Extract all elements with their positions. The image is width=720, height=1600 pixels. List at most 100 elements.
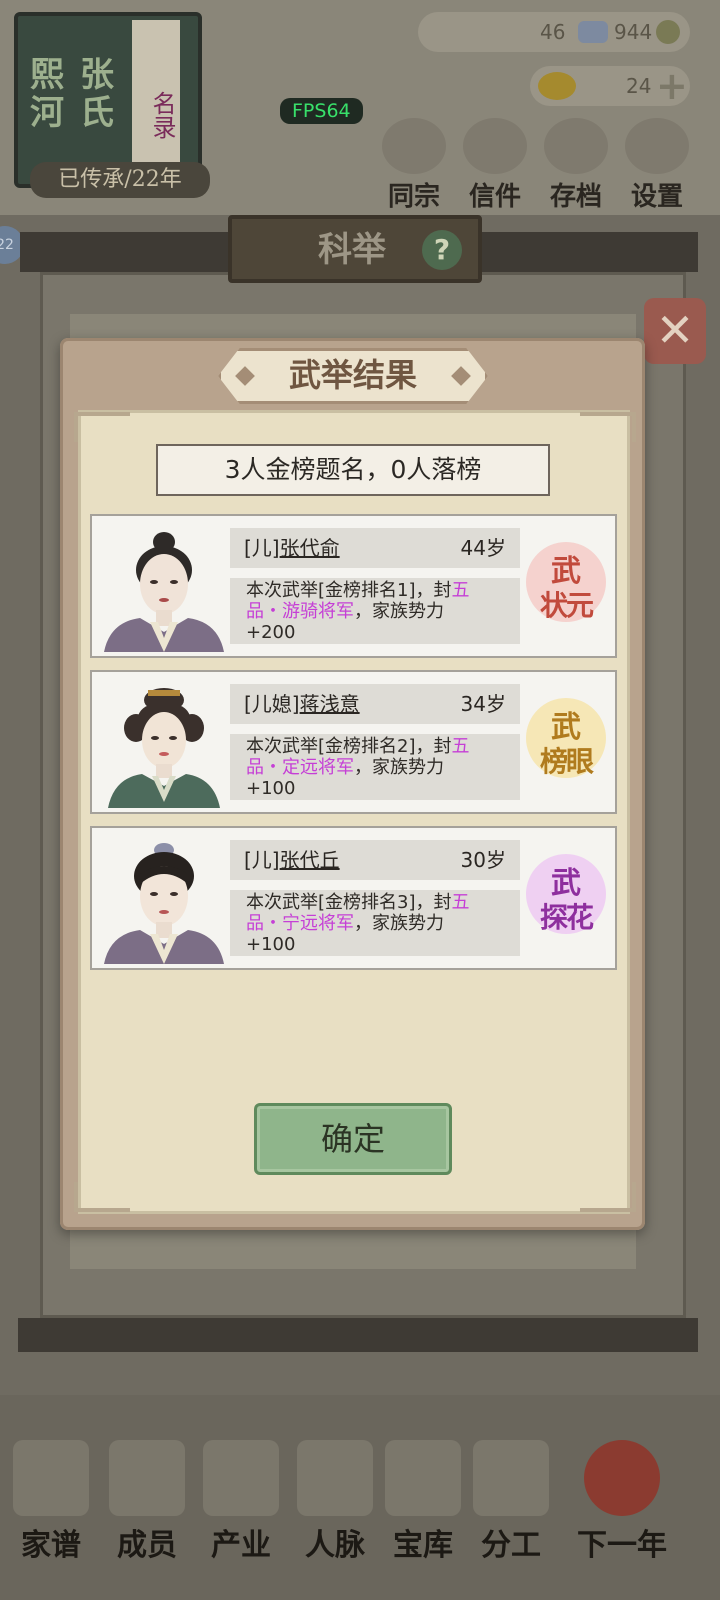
relation-label: [儿] <box>244 536 280 560</box>
nav-label: 产业 <box>211 1528 271 1563</box>
letters-label: 信件 <box>468 182 521 212</box>
name-row: [儿]张代丘 30岁 <box>230 840 520 880</box>
desc-text: 本次武举[金榜排名2]，封 <box>246 736 452 757</box>
rank-title: 品・宁远将军 <box>246 913 354 934</box>
currency-value-2: 944 <box>614 20 653 44</box>
nav-label: 家谱 <box>21 1528 81 1563</box>
members-icon <box>109 1440 185 1516</box>
nav-label: 成员 <box>117 1528 177 1563</box>
clan-icon <box>382 118 446 174</box>
name-link: 蒋浅意 <box>299 692 360 716</box>
corner-ornament <box>580 412 636 442</box>
gold-value: 24 <box>626 74 652 98</box>
name-row: [儿媳]蒋浅意 34岁 <box>230 684 520 724</box>
rank-title: 品・游骑将军 <box>246 601 354 622</box>
family-name-2: 张氏 <box>80 55 114 133</box>
save-label: 存档 <box>549 182 602 212</box>
seal-text: 状元 <box>539 589 594 622</box>
character-age: 30岁 <box>460 848 506 872</box>
seal-text: 榜眼 <box>539 745 594 778</box>
desc-text: 本次武举[金榜排名1]，封 <box>246 580 452 601</box>
nav-label: 宝库 <box>393 1528 453 1563</box>
settings-button[interactable]: 设置 <box>618 118 696 213</box>
corner-ornament <box>74 412 130 442</box>
coin-icon <box>656 20 680 44</box>
character-name[interactable]: [儿媳]蒋浅意 <box>244 684 360 724</box>
connections-icon <box>297 1440 373 1516</box>
assignment-icon <box>473 1440 549 1516</box>
fps-counter: FPS64 <box>280 98 363 124</box>
rank-title: 五 <box>451 892 470 913</box>
desc-text: ，家族势力 <box>354 601 444 622</box>
corner-ornament <box>74 1182 130 1212</box>
confirm-button[interactable]: 确定 <box>254 1103 452 1175</box>
nav-label: 下一年 <box>577 1528 667 1563</box>
name-link: 张代俞 <box>279 536 340 560</box>
settings-icon <box>625 118 689 174</box>
roster-scroll[interactable]: 名录 <box>132 20 180 170</box>
result-summary: 3人金榜题名，0人落榜 <box>156 444 550 496</box>
nav-family-tree[interactable]: 家谱 <box>2 1440 100 1564</box>
close-icon[interactable]: ✕ <box>644 298 706 364</box>
add-gold-icon[interactable]: + <box>656 66 688 106</box>
rank-seal: 武 状元 <box>526 542 606 634</box>
gem-icon <box>578 21 608 43</box>
corner-ornament <box>580 1182 636 1212</box>
desc-text: ，家族势力 <box>354 913 444 934</box>
character-portrait <box>100 678 228 808</box>
currency-bar: 46 944 <box>418 12 690 52</box>
result-card[interactable]: [儿]张代丘 30岁 本次武举[金榜排名3]，封五 品・宁远将军，家族势力 +100… <box>90 826 617 970</box>
rank-title: 五 <box>451 580 470 601</box>
influence-value: +200 <box>246 622 296 643</box>
letter-icon <box>463 118 527 174</box>
nav-assignment[interactable]: 分工 <box>462 1440 560 1564</box>
rank-seal: 武 探花 <box>526 854 606 946</box>
next-year-icon <box>584 1440 660 1516</box>
nav-treasury[interactable]: 宝库 <box>374 1440 472 1564</box>
currency-value-1: 46 <box>540 20 566 44</box>
rank-title: 五 <box>451 736 470 757</box>
save-icon <box>544 118 608 174</box>
name-row: [儿]张代俞 44岁 <box>230 528 520 568</box>
dialog-title: 武举结果 <box>288 356 417 394</box>
gold-bar: 24 + <box>530 66 690 106</box>
name-link: 张代丘 <box>279 848 340 872</box>
character-age: 34岁 <box>460 692 506 716</box>
result-description: 本次武举[金榜排名3]，封五 品・宁远将军，家族势力 +100 <box>230 890 520 956</box>
nav-connections[interactable]: 人脉 <box>286 1440 384 1564</box>
character-name[interactable]: [儿]张代俞 <box>244 528 340 568</box>
desc-text: 本次武举[金榜排名3]，封 <box>246 892 452 913</box>
rank-seal: 武 榜眼 <box>526 698 606 790</box>
character-portrait <box>100 522 228 652</box>
help-icon[interactable]: ? <box>422 230 462 270</box>
gold-ingot-icon <box>538 72 576 100</box>
bottom-eave <box>18 1318 698 1352</box>
desc-text: ，家族势力 <box>354 757 444 778</box>
result-card[interactable]: [儿媳]蒋浅意 34岁 本次武举[金榜排名2]，封五品・定远将军，家族势力 +10… <box>90 670 617 814</box>
nav-label: 分工 <box>481 1528 541 1563</box>
settings-label: 设置 <box>630 182 683 212</box>
rank-title: 品・定远将军 <box>246 757 354 778</box>
result-description: 本次武举[金榜排名1]，封五品・游骑将军，家族势力 +200 <box>230 578 520 644</box>
character-age: 44岁 <box>460 536 506 560</box>
treasury-icon <box>385 1440 461 1516</box>
clan-label: 同宗 <box>387 182 440 212</box>
generation-label: 已传承/22年 <box>30 162 210 198</box>
result-card[interactable]: [儿]张代俞 44岁 本次武举[金榜排名1]，封五品・游骑将军，家族势力 +200… <box>90 514 617 658</box>
letters-button[interactable]: 信件 <box>456 118 534 213</box>
family-tree-icon <box>13 1440 89 1516</box>
relation-label: [儿] <box>244 848 280 872</box>
clan-button[interactable]: 同宗 <box>375 118 453 213</box>
relation-label: [儿媳] <box>244 692 300 716</box>
save-button[interactable]: 存档 <box>537 118 615 213</box>
character-portrait <box>100 834 228 964</box>
character-name[interactable]: [儿]张代丘 <box>244 840 340 880</box>
influence-value: +100 <box>246 778 296 799</box>
nav-members[interactable]: 成员 <box>98 1440 196 1564</box>
seal-text: 探花 <box>539 901 594 934</box>
nav-next-year[interactable]: 下一年 <box>562 1440 682 1564</box>
result-description: 本次武举[金榜排名2]，封五品・定远将军，家族势力 +100 <box>230 734 520 800</box>
nav-property[interactable]: 产业 <box>192 1440 290 1564</box>
nav-label: 人脉 <box>305 1528 365 1563</box>
family-name-1: 熙河 <box>30 55 64 133</box>
